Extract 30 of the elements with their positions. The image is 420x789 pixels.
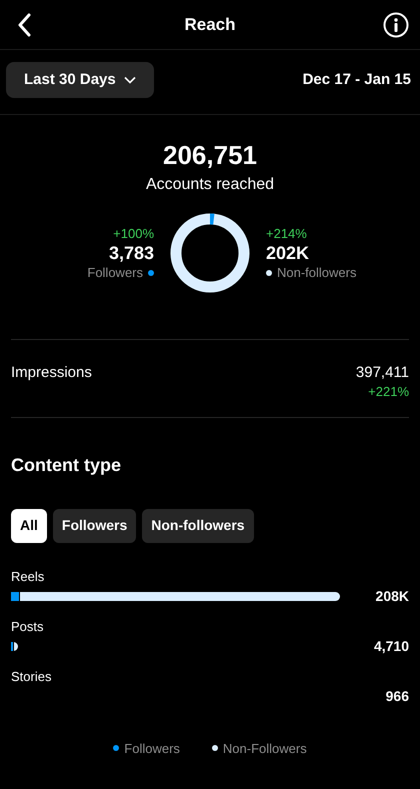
followers-label: Followers: [87, 264, 143, 282]
content-type-value: 208K: [376, 587, 409, 606]
non-followers-change: +214%: [266, 224, 307, 242]
section-title: Content type: [11, 454, 122, 477]
legend-label: Followers: [124, 740, 180, 758]
date-range: Dec 17 - Jan 15: [302, 70, 412, 90]
filter-chip[interactable]: Followers: [52, 508, 136, 542]
content-type-value: 4,710: [374, 637, 409, 656]
impressions-label: Impressions: [11, 363, 92, 383]
page-title: Reach: [184, 14, 236, 36]
accounts-reached-label: Accounts reached: [146, 175, 274, 195]
filter-chip[interactable]: Non-followers: [142, 508, 254, 542]
non-followers-count: 202K: [266, 243, 310, 263]
filter-chip[interactable]: All: [11, 508, 47, 542]
followers-count: 3,783: [108, 243, 154, 263]
back-icon: [17, 12, 31, 36]
non-followers-label: Non-followers: [277, 264, 356, 282]
content-type-label: Stories: [11, 668, 52, 684]
impressions-change: +221%: [368, 384, 409, 398]
reach-bar: [11, 642, 18, 651]
date-range-dropdown[interactable]: Last 30 Days: [6, 62, 154, 98]
followers-change: +100%: [113, 224, 154, 242]
content-type-value: 966: [386, 687, 409, 706]
content-type-label: Posts: [11, 618, 45, 634]
accounts-reached-count: 206,751: [163, 139, 257, 171]
impressions-value: 397,411: [356, 363, 409, 383]
caret-icon: [124, 76, 136, 84]
info-icon: [383, 12, 409, 38]
legend-label: Non-Followers: [222, 740, 307, 758]
content-type-label: Reels: [11, 568, 46, 584]
